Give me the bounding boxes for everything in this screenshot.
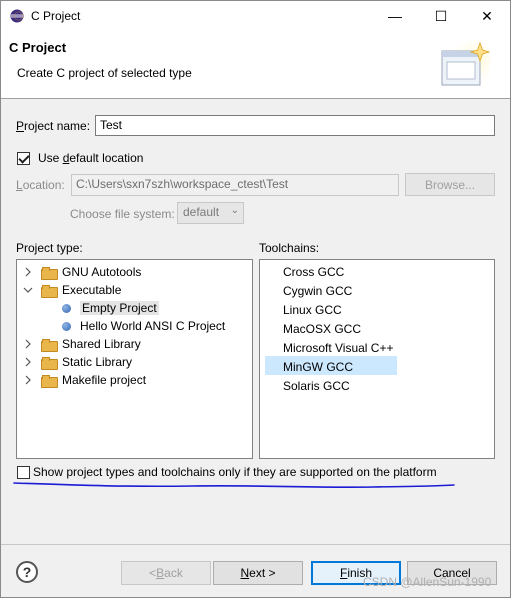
tree-item-label: Makefile project <box>62 373 147 387</box>
wizard-description: Create C project of selected type <box>17 66 192 80</box>
eclipse-logo-icon <box>10 9 24 23</box>
chevron-right-icon[interactable] <box>23 357 33 367</box>
close-button[interactable]: ✕ <box>464 1 510 31</box>
minimize-button[interactable]: — <box>372 1 418 31</box>
chevron-right-icon[interactable] <box>23 267 33 277</box>
maximize-button[interactable]: ☐ <box>418 1 464 31</box>
tree-item-empty-project[interactable]: Empty Project <box>62 299 159 317</box>
location-label: Location: <box>16 178 65 192</box>
folder-icon <box>41 338 58 352</box>
window-title: C Project <box>31 9 81 23</box>
toolchain-item[interactable]: Solaris GCC <box>283 377 350 394</box>
file-system-value: default <box>183 205 220 219</box>
tree-item-hello-world[interactable]: Hello World ANSI C Project <box>62 317 225 335</box>
tree-item-label: GNU Autotools <box>62 265 142 279</box>
project-template-icon <box>62 321 71 331</box>
toolchains-label: Toolchains: <box>259 241 320 255</box>
chevron-down-icon[interactable] <box>23 285 33 295</box>
tree-item-gnu-autotools[interactable]: GNU Autotools <box>23 263 141 281</box>
project-type-label: Project type: <box>16 241 83 255</box>
supported-only-label: Show project types and toolchains only i… <box>33 465 437 479</box>
help-icon[interactable]: ? <box>16 561 38 583</box>
tree-item-makefile-project[interactable]: Makefile project <box>23 371 146 389</box>
annotation-underline <box>13 482 455 489</box>
use-default-location-label: Use default location <box>38 151 144 165</box>
supported-only-checkbox[interactable] <box>17 466 30 479</box>
wizard-title: C Project <box>9 40 67 55</box>
chevron-right-icon[interactable] <box>23 375 33 385</box>
folder-icon <box>41 266 58 280</box>
tree-item-executable[interactable]: Executable <box>23 281 121 299</box>
location-input[interactable]: C:\Users\sxn7szh\workspace_ctest\Test <box>71 174 399 196</box>
browse-button[interactable]: Browse... <box>405 173 495 196</box>
chevron-down-icon: ⌄ <box>230 205 239 216</box>
back-button[interactable]: < Back <box>121 561 211 585</box>
folder-icon <box>41 374 58 388</box>
toolchain-item-selected[interactable]: MinGW GCC <box>283 358 353 375</box>
toolchain-item[interactable]: Cygwin GCC <box>283 282 352 299</box>
file-system-select[interactable]: default ⌄ <box>177 202 244 224</box>
folder-open-icon <box>41 284 58 298</box>
tree-item-label: Hello World ANSI C Project <box>80 319 226 333</box>
tree-item-shared-library[interactable]: Shared Library <box>23 335 141 353</box>
toolchain-item[interactable]: Linux GCC <box>283 301 342 318</box>
watermark: CSDN @AllenSun-1990 <box>363 575 492 589</box>
new-project-wizard-icon <box>441 41 490 89</box>
toolchain-item[interactable]: Microsoft Visual C++ <box>283 339 394 356</box>
tree-item-label: Static Library <box>62 355 133 369</box>
tree-item-label: Executable <box>62 283 122 297</box>
dialog-window: C Project — ☐ ✕ C Project Create C proje… <box>0 0 511 598</box>
toolchain-item[interactable]: Cross GCC <box>283 263 344 280</box>
project-type-tree[interactable]: GNU Autotools Executable Empty Project H… <box>16 259 253 459</box>
toolchain-item[interactable]: MacOSX GCC <box>283 320 361 337</box>
tree-item-label: Empty Project <box>80 301 159 315</box>
tree-item-label: Shared Library <box>62 337 141 351</box>
project-template-icon <box>62 303 71 313</box>
title-bar: C Project — ☐ ✕ <box>1 1 510 31</box>
file-system-label: Choose file system: <box>70 207 175 221</box>
wizard-header: C Project Create C project of selected t… <box>1 31 510 99</box>
tree-item-static-library[interactable]: Static Library <box>23 353 132 371</box>
folder-icon <box>41 356 58 370</box>
project-name-input[interactable]: Test <box>95 115 495 136</box>
next-button[interactable]: Next > <box>213 561 303 585</box>
project-name-label: Project name: <box>16 119 91 133</box>
chevron-right-icon[interactable] <box>23 339 33 349</box>
use-default-location-checkbox[interactable] <box>17 152 30 165</box>
footer-separator <box>1 544 510 545</box>
